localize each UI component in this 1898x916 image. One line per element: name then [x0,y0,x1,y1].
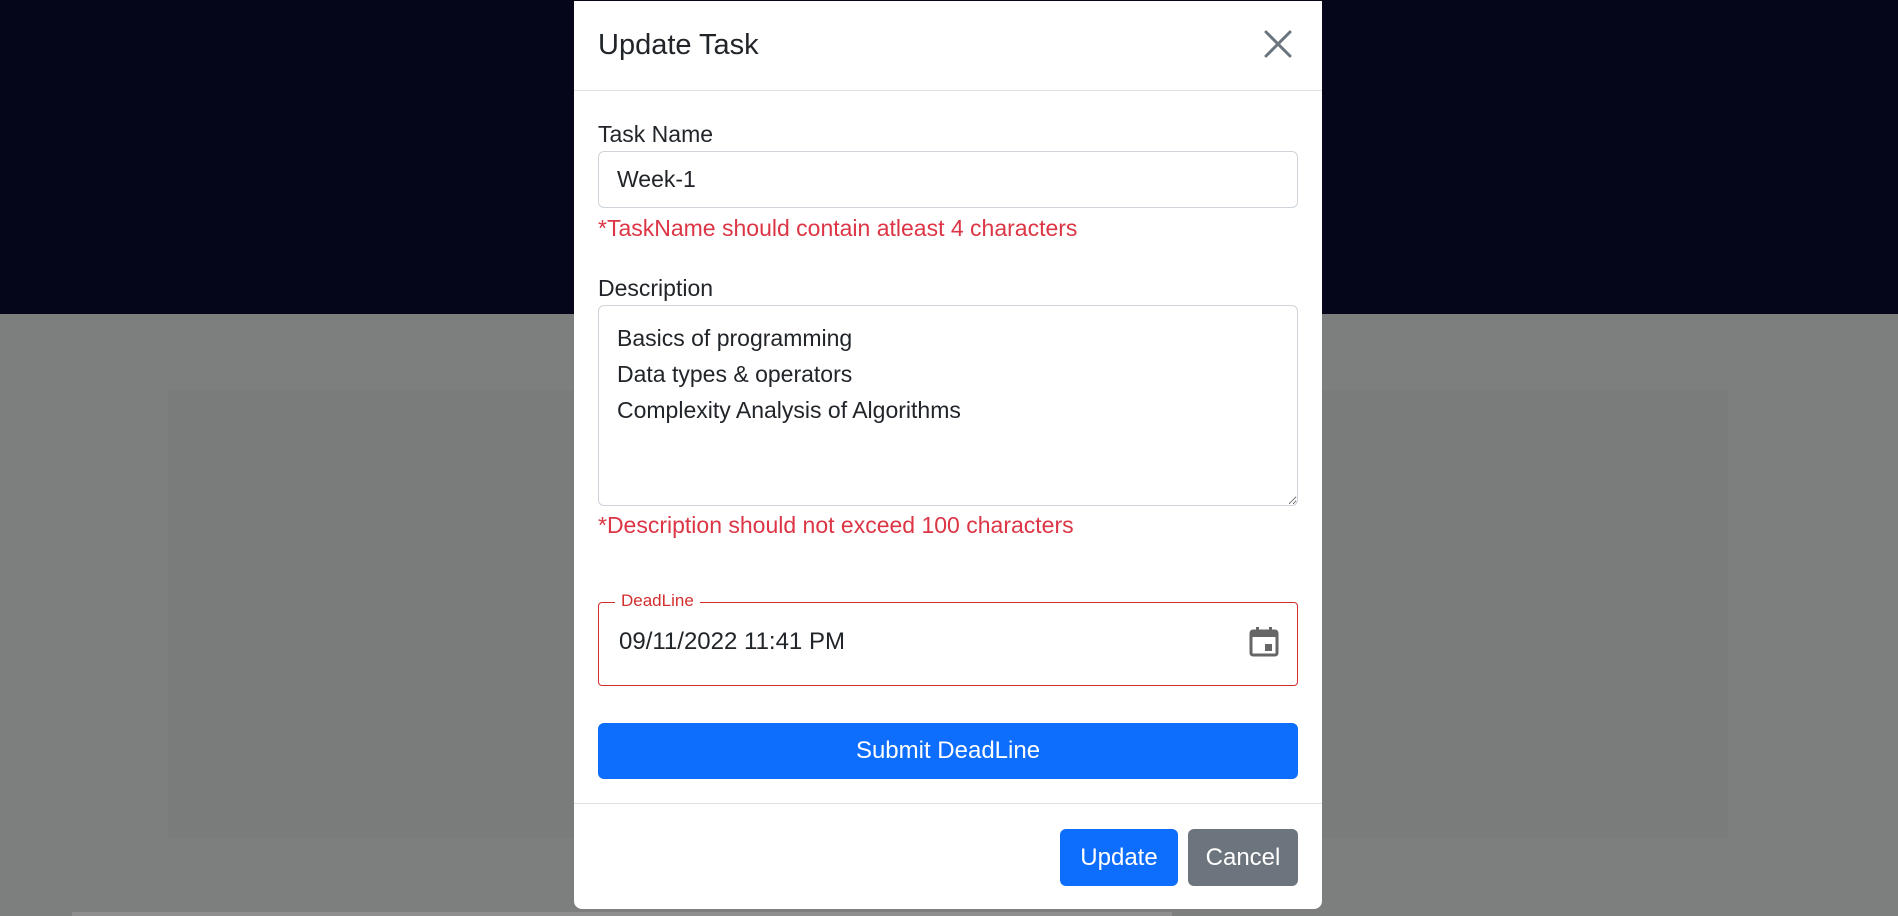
description-label: Description [598,275,714,301]
modal-title: Update Task [598,29,759,61]
calendar-icon [1249,627,1279,657]
update-button[interactable]: Update [1060,829,1178,886]
cancel-button[interactable]: Cancel [1188,829,1298,886]
modal-header: Update Task [574,1,1322,91]
deadline-input[interactable]: 09/11/2022 11:41 PM [619,628,845,656]
description-error: *Description should not exceed 100 chara… [598,512,1074,538]
description-textarea[interactable]: Basics of programming Data types & opera… [598,305,1298,506]
task-name-error: *TaskName should contain atleast 4 chara… [598,215,1078,241]
task-name-input[interactable] [598,151,1298,208]
calendar-button[interactable] [1247,625,1281,659]
update-task-modal: Update Task Task Name *TaskName should c… [574,1,1322,909]
close-icon [1264,30,1292,58]
modal-footer-divider [574,803,1322,804]
task-name-label: Task Name [598,121,714,147]
deadline-field[interactable]: DeadLine 09/11/2022 11:41 PM [598,591,1298,686]
close-button[interactable] [1258,26,1298,66]
deadline-label: DeadLine [615,591,700,611]
submit-deadline-button[interactable]: Submit DeadLine [598,723,1298,779]
page-bottom-strip [72,912,1172,916]
